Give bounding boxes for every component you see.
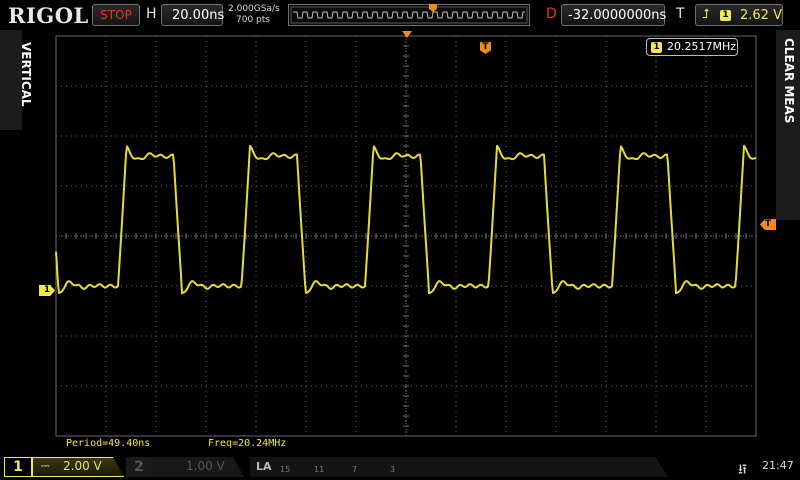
ch2-button[interactable]: 2 <box>126 457 152 477</box>
ch2-scale-value: 1.00 V <box>186 459 225 473</box>
ch1-scale-box[interactable]: ⎓ 2.00 V <box>32 457 124 477</box>
la-channel-label: 3 <box>390 465 396 474</box>
frequency-counter-badge: 1 20.2517MHz <box>646 38 738 56</box>
ch1-scale-value: 2.00 V <box>63 459 102 473</box>
period-measurement: Period=49.40ns <box>66 438 151 449</box>
ch2-scale-box[interactable]: 1.00 V <box>152 457 244 477</box>
oscilloscope-screen: RIGOL STOP H 20.00ns 2.000GSa/s 700 pts … <box>0 0 800 480</box>
ch1-button[interactable]: 1 <box>4 457 32 477</box>
counter-value: 20.2517MHz <box>667 40 737 53</box>
la-channel-label: 15 <box>280 465 291 474</box>
frequency-measurement: Freq=20.24MHz <box>208 438 287 449</box>
usb-icon: ⭿ <box>738 462 748 478</box>
logic-analyzer-box[interactable]: LA 15 11 7 3 <box>250 457 668 477</box>
channel-status-bar: 1 ⎓ 2.00 V 2 1.00 V LA 15 11 7 3 <box>0 454 800 480</box>
dc-coupling-icon: ⎓ <box>41 459 50 472</box>
la-channel-label: 11 <box>314 465 325 474</box>
la-label: LA <box>256 460 272 473</box>
counter-source-icon: 1 <box>651 42 662 53</box>
horizontal-center-marker <box>402 31 412 38</box>
graticule <box>55 35 757 437</box>
waveform-display <box>55 35 757 437</box>
system-clock: 21:47 <box>762 459 794 472</box>
la-channel-label: 7 <box>352 465 358 474</box>
